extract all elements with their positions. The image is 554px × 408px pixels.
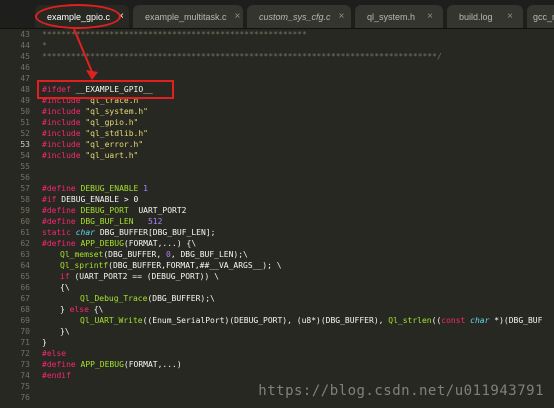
annotation-arrow xyxy=(73,28,98,80)
watermark: https://blog.csdn.net/u011943791 xyxy=(258,383,544,399)
